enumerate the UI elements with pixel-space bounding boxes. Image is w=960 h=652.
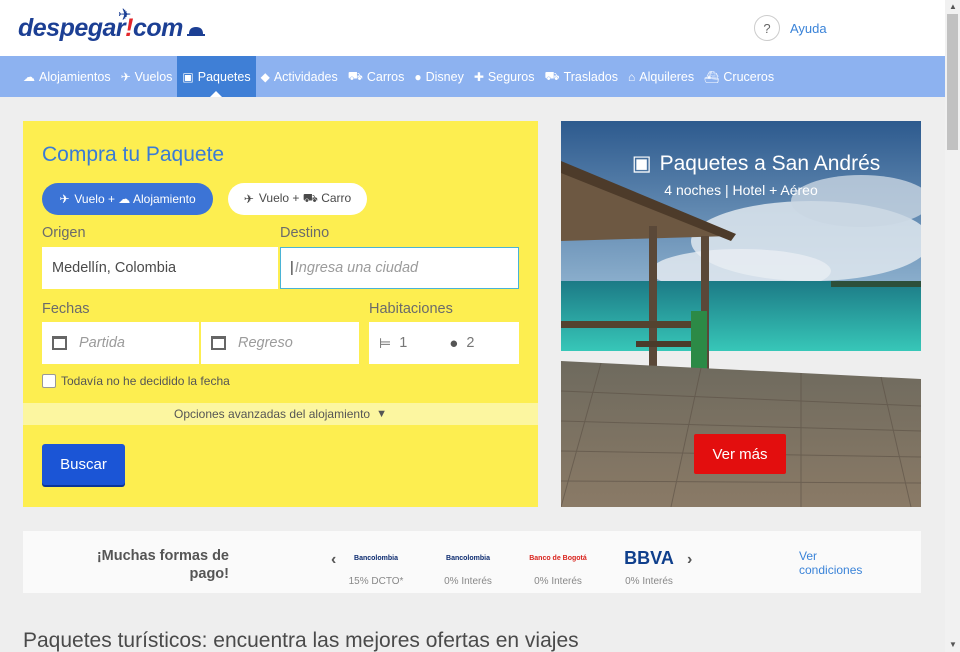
- bank-card-bancolombia-1[interactable]: Bancolombia 15% DCTO*: [341, 544, 411, 588]
- calendar-icon: [52, 336, 67, 350]
- scroll-up-icon[interactable]: ▲: [949, 2, 957, 11]
- option-flight-hotel[interactable]: ✈ Vuelo + ☁ Alojamiento: [42, 183, 213, 215]
- chevron-down-icon: ▼: [376, 408, 387, 420]
- bank-card-bancolombia-2[interactable]: Bancolombia 0% Interés: [433, 544, 503, 588]
- rooms-guests-selector[interactable]: ⊨ 1 ● 2: [369, 322, 519, 364]
- bbva-logo: BBVA: [624, 547, 674, 568]
- checkbox[interactable]: [42, 374, 56, 388]
- nav-cruceros[interactable]: ⛴ Cruceros: [699, 56, 779, 97]
- mickey-icon: ●: [414, 69, 422, 84]
- promo-subtitle: 4 noches | Hotel + Aéreo: [664, 182, 818, 198]
- undecided-date-checkbox[interactable]: Todavía no he decidido la fecha: [42, 374, 230, 388]
- advanced-options-toggle[interactable]: Opciones avanzadas del alojamiento ▼: [23, 403, 538, 425]
- banco-bogota-logo: Banco de Bogotá: [529, 554, 587, 562]
- depart-date-input[interactable]: Partida: [42, 322, 199, 364]
- nav-carros[interactable]: ⛟ Carros: [343, 56, 410, 97]
- section-heading: Paquetes turísticos: encuentra las mejor…: [23, 629, 579, 652]
- shuttle-icon: ⛟: [544, 68, 560, 83]
- help-link[interactable]: ? Ayuda: [754, 15, 827, 41]
- plane-icon: ✈: [243, 192, 254, 206]
- form-title: Compra tu Paquete: [42, 143, 225, 166]
- suitcase-icon: ▣: [631, 152, 652, 175]
- chevron-left-icon[interactable]: ‹: [331, 551, 336, 569]
- header: despegar!com ✈ ? Ayuda: [0, 0, 945, 56]
- medical-case-icon: ✚: [473, 69, 484, 84]
- nav-alquileres[interactable]: ⌂ Alquileres: [623, 56, 699, 97]
- option-flight-car[interactable]: ✈ Vuelo + ⛟ Carro: [228, 183, 367, 215]
- conditions-link[interactable]: Ver condiciones: [799, 549, 862, 577]
- person-icon: ●: [449, 334, 459, 352]
- cruise-icon: ⛴: [704, 69, 720, 84]
- search-button[interactable]: Buscar: [42, 444, 125, 485]
- origin-label: Origen: [42, 225, 86, 241]
- payment-options-strip: ¡Muchas formas de pago! ‹ Bancolombia 15%…: [23, 531, 921, 593]
- nav-disney[interactable]: ● Disney: [409, 56, 468, 97]
- suitcase-icon: ▣: [182, 69, 194, 84]
- bancolombia-logo: Bancolombia: [354, 554, 398, 562]
- destination-label: Destino: [280, 225, 330, 241]
- package-search-form: Compra tu Paquete ✈ Vuelo + ☁ Alojamiento…: [23, 121, 538, 507]
- plane-icon: ✈: [59, 192, 70, 206]
- chevron-right-icon[interactable]: ›: [687, 551, 692, 569]
- scrollbar-thumb[interactable]: [947, 14, 958, 150]
- nav-paquetes[interactable]: ▣ Paquetes: [177, 56, 256, 97]
- nav-alojamientos[interactable]: ☁ Alojamientos: [18, 56, 116, 97]
- payment-title: ¡Muchas formas de pago!: [96, 548, 229, 582]
- origin-input[interactable]: Medellín, Colombia: [42, 247, 278, 289]
- promo-banner[interactable]: ▣ Paquetes a San Andrés 4 noches | Hotel …: [561, 121, 921, 507]
- hotel-icon: ☁: [23, 69, 35, 84]
- nav-actividades[interactable]: ◆ Actividades: [256, 56, 343, 97]
- car-icon: ⛟: [347, 68, 363, 83]
- bed-icon: ⊨: [379, 334, 392, 351]
- nav-seguros[interactable]: ✚ Seguros: [469, 56, 540, 97]
- tag-icon: ◆: [260, 69, 270, 84]
- promo-title: ▣ Paquetes a San Andrés: [631, 152, 881, 175]
- help-icon: ?: [754, 15, 780, 41]
- scroll-down-icon[interactable]: ▼: [949, 640, 957, 649]
- destination-input[interactable]: | Ingresa una ciudad: [280, 247, 519, 289]
- house-icon: ⌂: [628, 69, 636, 84]
- calendar-icon: [211, 336, 226, 350]
- bank-card-bbva[interactable]: BBVA 0% Interés: [614, 544, 684, 588]
- bancolombia-logo: Bancolombia: [446, 554, 490, 562]
- plane-logo-icon: ✈: [118, 7, 131, 24]
- bell-icon: [186, 27, 205, 36]
- scrollbar[interactable]: ▲ ▼: [945, 0, 960, 652]
- rooms-label: Habitaciones: [369, 301, 453, 317]
- return-date-input[interactable]: Regreso: [201, 322, 359, 364]
- main-nav: ☁ Alojamientos ✈ Vuelos ▣ Paquetes ◆ Activid…: [0, 56, 945, 97]
- plane-icon: ✈: [120, 69, 131, 84]
- see-more-button[interactable]: Ver más: [694, 434, 786, 474]
- dates-label: Fechas: [42, 301, 90, 317]
- help-label[interactable]: Ayuda: [790, 21, 827, 36]
- despegar-logo[interactable]: despegar!com ✈: [18, 7, 205, 43]
- nav-vuelos[interactable]: ✈ Vuelos: [116, 56, 178, 97]
- nav-traslados[interactable]: ⛟ Traslados: [539, 56, 623, 97]
- bank-card-banco-bogota[interactable]: Banco de Bogotá 0% Interés: [523, 544, 593, 588]
